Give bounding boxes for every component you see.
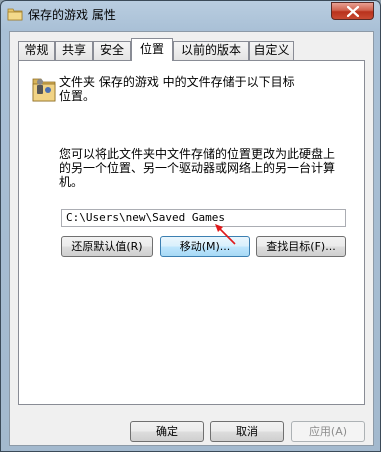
- find-target-button[interactable]: 查找目标(F)...: [256, 236, 346, 257]
- window-title: 保存的游戏 属性: [28, 8, 116, 22]
- tab-strip: 常规 共享 安全 位置 以前的版本 自定义: [18, 38, 363, 61]
- info-text-line3: 机。: [59, 175, 84, 189]
- tab-previous-versions[interactable]: 以前的版本: [173, 41, 249, 60]
- location-panel: 文件夹 保存的游戏 中的文件存储于以下目标 位置。 您可以将此文件夹中文件存储的…: [18, 60, 365, 405]
- tab-security[interactable]: 安全: [93, 41, 131, 60]
- tab-general[interactable]: 常规: [18, 41, 55, 60]
- tab-sharing[interactable]: 共享: [55, 41, 93, 60]
- info-text-line1: 您可以将此文件夹中文件存储的位置更改为此硬盘上: [59, 147, 336, 161]
- location-description-cont: 位置。: [59, 89, 96, 103]
- close-button[interactable]: [331, 2, 374, 20]
- info-text-line2: 的另一个位置、另一个驱动器或网络上的另一台计算: [59, 161, 336, 175]
- tab-customize[interactable]: 自定义: [249, 41, 294, 60]
- folder-icon: [32, 78, 56, 102]
- path-input[interactable]: C:\Users\new\Saved Games: [61, 209, 346, 227]
- restore-default-button[interactable]: 还原默认值(R): [61, 236, 153, 257]
- folder-icon: [7, 8, 23, 21]
- red-arrow-annotation: [215, 224, 236, 245]
- location-description: 文件夹 保存的游戏 中的文件存储于以下目标: [59, 75, 295, 89]
- apply-button[interactable]: 应用(A): [291, 421, 365, 442]
- tab-location[interactable]: 位置: [131, 38, 173, 61]
- cancel-button[interactable]: 取消: [210, 421, 284, 442]
- close-icon: [347, 6, 359, 17]
- properties-dialog: 保存的游戏 属性 常规 共享 安全 位置 以前的版本 自定义 文件夹 保存的游戏…: [0, 0, 381, 452]
- dialog-body: 常规 共享 安全 位置 以前的版本 自定义 文件夹 保存的游戏 中的文件存储于以…: [9, 31, 374, 446]
- title-bar[interactable]: 保存的游戏 属性: [1, 1, 380, 29]
- ok-button[interactable]: 确定: [130, 421, 204, 442]
